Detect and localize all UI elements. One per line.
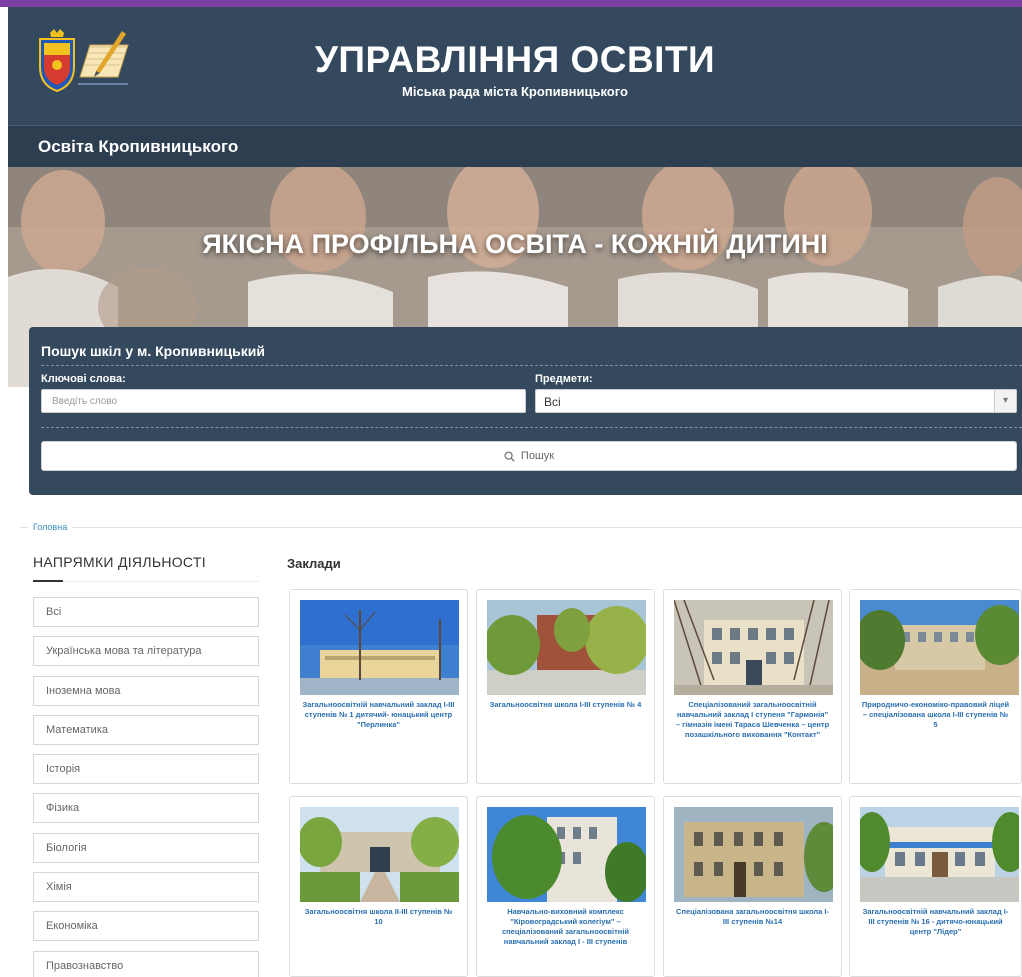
school-card[interactable]: Природничо-економіко-правовий ліцей – сп… (849, 589, 1022, 784)
sub-header-bar: Освіта Кропивницького (8, 125, 1022, 167)
school-card[interactable]: Навчально-виховний комплекс "Кіровоградс… (476, 796, 655, 977)
school-search-panel: Пошук шкіл у м. Кропивницький Ключові сл… (29, 327, 1022, 495)
school-photo (674, 600, 833, 695)
sidebar-item-law[interactable]: Правознавство (33, 950, 259, 977)
school-card-title: Навчально-виховний комплекс "Кіровоградс… (501, 907, 630, 946)
keywords-input[interactable] (41, 389, 526, 413)
search-button[interactable]: Пошук (41, 441, 1017, 471)
chevron-down-icon[interactable]: ▾ (994, 390, 1016, 412)
school-card-title: Загальноосвітній навчальний заклад І-ІІІ… (302, 700, 455, 729)
sidebar-title: НАПРЯМКИ ДІЯЛЬНОСТІ (33, 554, 206, 570)
site-title: УПРАВЛІННЯ ОСВІТИ (314, 39, 716, 80)
divider (41, 427, 1022, 428)
school-card-title: Загальноосвітня школа ІІ-ІІІ ступенів № … (304, 907, 453, 926)
school-card[interactable]: Загальноосвітня школа ІІ-ІІІ ступенів № … (289, 796, 468, 977)
breadcrumb-line (20, 527, 1022, 528)
subjects-label: Предмети: (535, 373, 593, 385)
top-accent-stripe (0, 0, 1022, 7)
school-photo (300, 807, 459, 902)
portal-name[interactable]: Освіта Кропивницького (38, 137, 238, 157)
sidebar-item-math[interactable]: Математика (33, 714, 259, 745)
school-card[interactable]: Загальноосвітній навчальний заклад І-ІІІ… (289, 589, 468, 784)
school-card-title: Природничо-економіко-правовий ліцей – сп… (861, 700, 1010, 729)
keywords-label: Ключові слова: (41, 373, 126, 385)
school-photo (674, 807, 833, 902)
site-header: УПРАВЛІННЯ ОСВІТИ Міська рада міста Кроп… (8, 7, 1022, 125)
school-card-title: Спеціалізований загальноосвітній навчаль… (675, 700, 830, 739)
divider (41, 365, 1022, 366)
sidebar-item-physics[interactable]: Фізика (33, 793, 259, 824)
sidebar-item-all[interactable]: Всі (33, 597, 259, 627)
school-card-title: Загальноосвітня школа І-ІІІ ступенів № 4 (489, 700, 642, 709)
school-card[interactable]: Спеціалізована загальноосвітня школа І-І… (663, 796, 842, 977)
school-photo (487, 600, 646, 695)
search-panel-title: Пошук шкіл у м. Кропивницький (41, 343, 265, 359)
main-section-title: Заклади (287, 556, 341, 571)
sidebar-title-divider (33, 581, 259, 582)
sidebar-title-accent (33, 580, 63, 582)
hero-tagline: ЯКІСНА ПРОФІЛЬНА ОСВІТА - КОЖНІЙ ДИТИНІ (202, 229, 828, 259)
search-icon (504, 450, 515, 462)
sidebar-item-ukrainian[interactable]: Українська мова та література (33, 636, 259, 667)
subjects-select-value: Всі (544, 395, 561, 409)
site-subtitle: Міська рада міста Кропивницького (402, 84, 628, 99)
school-photo (860, 600, 1019, 695)
sidebar-filter-list: Всі Українська мова та література Інозем… (33, 597, 259, 977)
sidebar-item-economics[interactable]: Економіка (33, 911, 259, 942)
sidebar-item-chemistry[interactable]: Хімія (33, 872, 259, 903)
school-photo (300, 600, 459, 695)
school-photo (487, 807, 646, 902)
school-card-title: Спеціалізована загальноосвітня школа І-І… (676, 907, 829, 926)
search-button-label: Пошук (520, 450, 555, 462)
subjects-select[interactable]: Всі ▾ (535, 389, 1017, 413)
school-photo (860, 807, 1019, 902)
school-card[interactable]: Загальноосвітній навчальний заклад І-ІІІ… (849, 796, 1022, 977)
sidebar-item-foreign-language[interactable]: Іноземна мова (33, 675, 259, 706)
school-card[interactable]: Загальноосвітня школа І-ІІІ ступенів № 4 (476, 589, 655, 784)
sidebar-item-biology[interactable]: Біологія (33, 832, 259, 863)
school-card[interactable]: Спеціалізований загальноосвітній навчаль… (663, 589, 842, 784)
sidebar-item-history[interactable]: Історія (33, 754, 259, 785)
breadcrumb-home-link[interactable]: Головна (28, 522, 73, 532)
breadcrumb: Головна (20, 522, 1022, 532)
school-card-title: Загальноосвітній навчальний заклад І-ІІІ… (862, 907, 1009, 936)
